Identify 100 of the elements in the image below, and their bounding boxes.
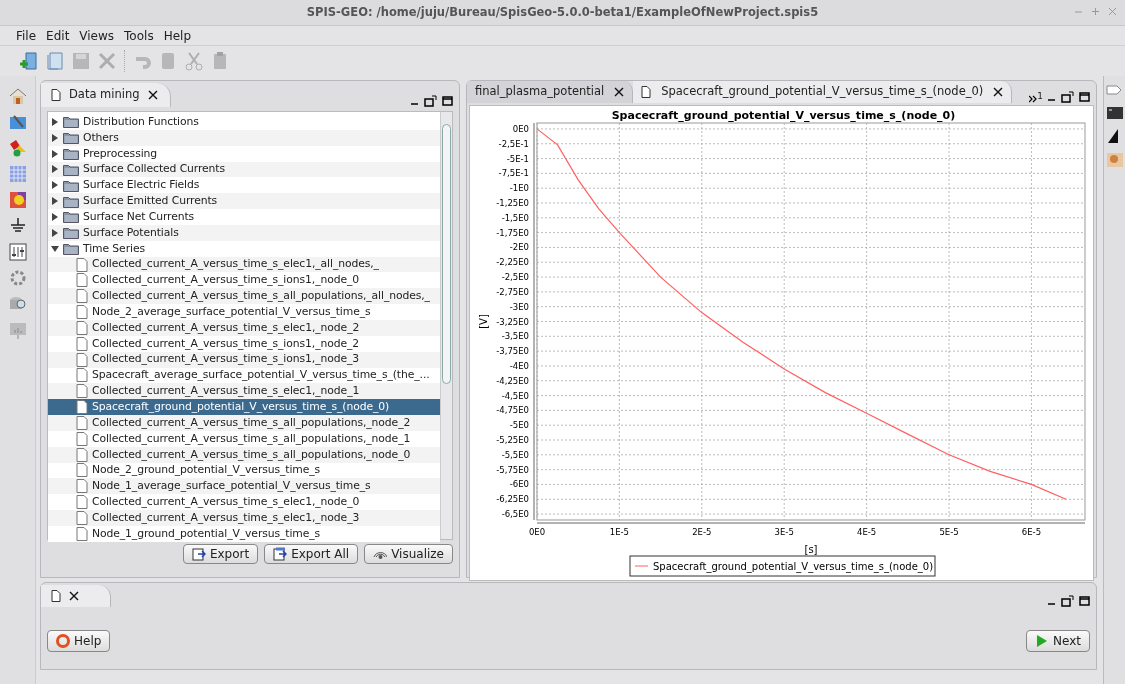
file-icon[interactable] <box>76 320 88 335</box>
file-icon[interactable] <box>76 352 88 367</box>
y-tick-label: -3,25E0 <box>496 316 529 327</box>
folder-icon[interactable] <box>63 115 79 129</box>
folder-icon[interactable] <box>63 226 79 240</box>
expand-arrow-icon[interactable] <box>51 165 59 174</box>
file-icon[interactable] <box>76 463 88 478</box>
menu-item[interactable]: Edit <box>42 26 74 45</box>
y-tick-label: -5,75E0 <box>496 464 529 475</box>
expand-arrow-icon[interactable] <box>51 228 59 237</box>
folder-icon[interactable] <box>63 242 79 256</box>
window-title: SPIS-GEO: /home/juju/Bureau/SpisGeo-5.0.0-beta1/ExampleOfNewProject.spis5 <box>306 3 819 21</box>
export-button[interactable]: Export <box>182 544 259 564</box>
tree-item[interactable]: Collected_current_A_versus_time_s_elec1,_node_3 <box>48 510 440 526</box>
file-icon[interactable] <box>76 305 88 320</box>
document-icon[interactable] <box>641 86 652 98</box>
tree-item[interactable]: Node_1_average_surface_potential_V_versus_time_s <box>48 478 440 495</box>
document-icon[interactable] <box>51 590 61 602</box>
menu-item[interactable]: File <box>12 26 41 45</box>
file-icon[interactable] <box>76 415 88 430</box>
file-icon[interactable] <box>76 368 88 383</box>
overflow-icon[interactable] <box>1029 95 1038 103</box>
close-icon[interactable] <box>993 87 1004 97</box>
y-tick-label: -5,5E0 <box>501 449 529 460</box>
collapse-arrow-icon[interactable] <box>51 244 59 253</box>
folder-icon[interactable] <box>63 131 79 145</box>
y-tick-label: -2E0 <box>509 242 529 253</box>
file-icon[interactable] <box>76 289 88 304</box>
tree-item[interactable]: Spacecraft_ground_potential_V_versus_time_s_(node_0) <box>48 399 440 416</box>
detach-icon[interactable] <box>1061 595 1074 607</box>
tree-item[interactable]: Collected_current_A_versus_time_s_all_populations,_node_2 <box>48 415 440 431</box>
detach-icon[interactable] <box>1061 91 1074 103</box>
expand-arrow-icon[interactable] <box>51 149 59 158</box>
x-tick-label: 6E-5 <box>1021 527 1042 537</box>
file-icon[interactable] <box>76 447 88 462</box>
folder-icon[interactable] <box>63 210 79 224</box>
expand-arrow-icon[interactable] <box>51 133 59 142</box>
maximize-icon[interactable] <box>1079 596 1090 606</box>
maximize-icon[interactable] <box>1079 92 1090 102</box>
scrollbar[interactable] <box>440 112 452 539</box>
expand-arrow-icon[interactable] <box>51 117 59 126</box>
export-icon[interactable] <box>273 547 288 561</box>
expand-arrow-icon[interactable] <box>51 197 59 206</box>
file-icon[interactable] <box>76 495 88 510</box>
file-icon[interactable] <box>76 400 88 415</box>
tree-item[interactable]: Collected_current_A_versus_time_s_elec1,_node_1 <box>48 383 440 400</box>
menu-item[interactable]: Tools <box>120 26 158 45</box>
folder-icon[interactable] <box>63 162 79 176</box>
folder-icon[interactable] <box>63 178 79 192</box>
terminal-icon[interactable] <box>1105 106 1124 120</box>
expand-arrow-icon[interactable] <box>51 213 59 221</box>
file-icon[interactable] <box>76 511 88 525</box>
home-icon[interactable] <box>7 86 28 106</box>
y-tick-label: -6E0 <box>509 479 529 490</box>
y-tick-label: -3E0 <box>509 301 529 312</box>
folder-row[interactable]: Surface Emitted Currents <box>48 193 440 210</box>
export-icon[interactable] <box>191 547 206 561</box>
y-tick-label: -6,5E0 <box>501 509 529 520</box>
folder-icon[interactable] <box>63 147 79 161</box>
file-icon[interactable] <box>76 479 88 494</box>
y-tick-label: -3,5E0 <box>501 331 529 342</box>
next-button[interactable]: Next <box>1026 630 1090 652</box>
chart-tab[interactable]: Spacecraft_ground_potential_V_versus_time_s_(node_0) <box>633 81 1013 103</box>
menu-item[interactable]: Views <box>75 26 119 45</box>
file-icon[interactable] <box>76 273 88 288</box>
y-tick-label: -5,25E0 <box>496 435 529 445</box>
y-tick-label: -3,75E0 <box>496 346 529 357</box>
y-tick-label: -1E0 <box>509 183 529 194</box>
file-icon[interactable] <box>76 336 88 351</box>
x-tick-label: 1E-5 <box>609 527 630 537</box>
overflow-count[interactable]: 1 <box>1037 89 1043 103</box>
menu-item[interactable]: Help <box>159 26 195 45</box>
tree-item[interactable]: Collected_current_A_versus_time_s_all_populations,_all_nodes,_ <box>48 288 440 305</box>
file-icon[interactable] <box>76 257 88 272</box>
new-file-icon[interactable] <box>18 50 40 72</box>
detach-icon[interactable] <box>424 95 437 107</box>
lifebuoy-icon[interactable] <box>56 634 70 648</box>
folder-icon[interactable] <box>63 194 79 208</box>
file-icon[interactable] <box>76 431 88 446</box>
file-icon[interactable] <box>76 526 88 541</box>
visualize-button[interactable]: Visualize <box>364 544 453 564</box>
y-tick-label: -4,25E0 <box>496 375 529 386</box>
y-tick-label: -7,5E-1 <box>498 168 529 179</box>
legend: Spacecraft_ground_potential_V_versus_time_s_(node_0) <box>629 555 936 577</box>
maximize-icon[interactable] <box>442 96 453 106</box>
close-icon[interactable] <box>69 591 79 601</box>
colored-squares-icon[interactable] <box>7 190 28 210</box>
file-icon[interactable] <box>76 384 88 399</box>
chart-tab[interactable]: final_plasma_potential <box>467 81 634 103</box>
expand-arrow-icon[interactable] <box>51 181 59 190</box>
x-tick-label: 0E0 <box>528 527 546 537</box>
close-icon[interactable] <box>147 90 158 100</box>
shapes-icon[interactable] <box>7 138 28 158</box>
sliders-icon[interactable] <box>7 242 28 262</box>
document-icon[interactable] <box>51 89 61 101</box>
y-tick-label: -2,5E0 <box>501 272 529 283</box>
help-button[interactable]: Help <box>47 630 111 652</box>
data-mining-tab[interactable]: Data mining <box>41 83 171 107</box>
close-icon[interactable] <box>614 87 625 97</box>
export-all-button[interactable]: Export All <box>264 544 359 564</box>
